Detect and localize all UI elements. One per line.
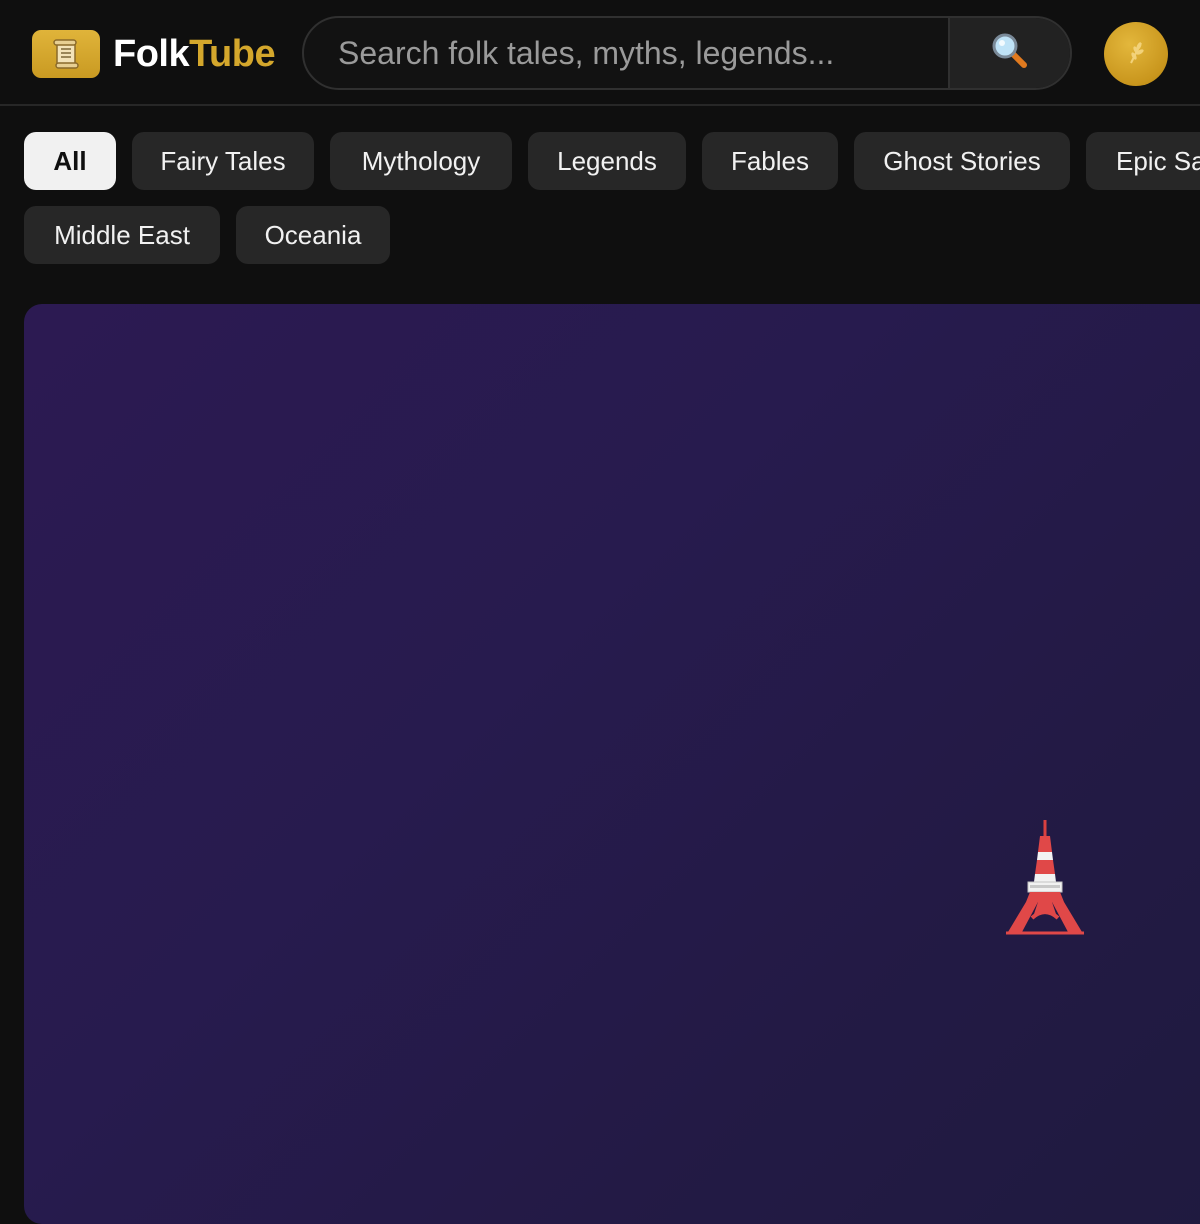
- chip-mythology[interactable]: Mythology: [330, 132, 512, 190]
- tokyo-tower-icon: [1002, 818, 1088, 938]
- chip-legends[interactable]: Legends: [528, 132, 686, 190]
- chip-ghost-stories[interactable]: Ghost Stories: [854, 132, 1070, 190]
- chip-oceania[interactable]: Oceania: [236, 206, 390, 264]
- chip-middle-east[interactable]: Middle East: [24, 206, 220, 264]
- featured-video-thumbnail[interactable]: [24, 304, 1200, 1224]
- chip-fairy-tales[interactable]: Fairy Tales: [132, 132, 314, 190]
- chip-fables[interactable]: Fables: [702, 132, 838, 190]
- chip-epic-sagas[interactable]: Epic Sa: [1086, 132, 1200, 190]
- category-chips: All Fairy Tales Mythology Legends Fables…: [0, 0, 1200, 300]
- chip-all[interactable]: All: [24, 132, 116, 190]
